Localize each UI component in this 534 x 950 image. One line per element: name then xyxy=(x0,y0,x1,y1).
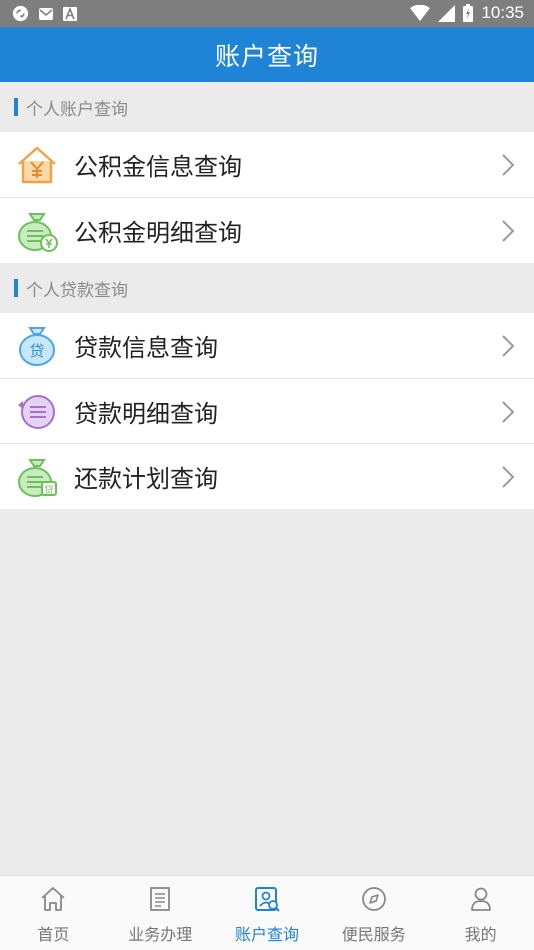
chevron-right-icon xyxy=(502,220,515,242)
user-icon xyxy=(470,887,491,911)
menu-item-label: 公积金明细查询 xyxy=(74,219,242,247)
chevron-right-icon xyxy=(502,401,515,423)
signal-icon xyxy=(438,4,456,22)
menu-item-loan-info[interactable]: 贷 贷款信息查询 xyxy=(0,313,534,378)
app-header: 账户查询 xyxy=(0,27,534,82)
tab-home[interactable]: 首页 xyxy=(0,876,107,950)
menu-item-label: 贷款信息查询 xyxy=(74,334,218,362)
menu-item-repayment-plan[interactable]: 贷 还款计划查询 xyxy=(0,444,534,509)
wifi-icon xyxy=(410,5,431,21)
home-icon xyxy=(41,887,65,911)
battery-icon xyxy=(463,4,474,22)
account-search-icon xyxy=(254,887,280,912)
bottom-tab-bar: 首页 业务办理 账户查询 便民服务 我的 xyxy=(0,875,534,950)
chevron-right-icon xyxy=(502,335,515,357)
status-time: 10:35 xyxy=(481,3,524,22)
repayment-plan-icon: 贷 xyxy=(18,459,57,497)
notification-icons xyxy=(12,5,77,22)
sync-icon xyxy=(12,5,29,22)
compass-icon xyxy=(361,887,386,911)
tab-label: 首页 xyxy=(37,925,70,944)
menu-item-fund-info[interactable]: 公积金信息查询 xyxy=(0,132,534,197)
svg-text:贷: 贷 xyxy=(29,342,44,360)
page-title: 账户查询 xyxy=(214,41,319,71)
section-header-personal-account: 个人账户查询 xyxy=(0,82,534,132)
section-accent-bar xyxy=(14,279,18,297)
loan-bag-icon: 贷 xyxy=(19,327,55,366)
section-title: 个人贷款查询 xyxy=(26,280,128,301)
mail-icon xyxy=(39,7,53,20)
section-title: 个人账户查询 xyxy=(26,99,128,120)
system-indicators: 10:35 xyxy=(410,3,524,23)
house-yuan-icon xyxy=(18,146,56,184)
tab-business[interactable]: 业务办理 xyxy=(107,876,214,950)
loan-detail-icon xyxy=(18,395,55,429)
tab-label: 账户查询 xyxy=(234,925,299,944)
menu-item-label: 还款计划查询 xyxy=(74,465,218,493)
tab-mine[interactable]: 我的 xyxy=(427,876,534,950)
money-bag-yuan-icon xyxy=(18,213,58,252)
tab-account-query[interactable]: 账户查询 xyxy=(214,876,321,950)
chevron-right-icon xyxy=(502,466,515,488)
menu-item-loan-detail[interactable]: 贷款明细查询 xyxy=(0,379,534,444)
svg-text:贷: 贷 xyxy=(44,484,53,496)
status-bar: 10:35 xyxy=(0,0,534,27)
tab-label: 我的 xyxy=(464,925,497,944)
tab-label: 便民服务 xyxy=(341,925,406,944)
tab-label: 业务办理 xyxy=(128,925,193,944)
menu-item-label: 公积金信息查询 xyxy=(74,153,242,181)
font-a-icon xyxy=(63,6,77,21)
chevron-right-icon xyxy=(502,154,515,176)
document-icon xyxy=(150,887,171,911)
menu-item-label: 贷款明细查询 xyxy=(74,400,218,428)
menu-item-fund-detail[interactable]: 公积金明细查询 xyxy=(0,198,534,263)
section-accent-bar xyxy=(14,98,18,116)
section-header-personal-loan: 个人贷款查询 xyxy=(0,263,534,313)
tab-convenience[interactable]: 便民服务 xyxy=(320,876,427,950)
